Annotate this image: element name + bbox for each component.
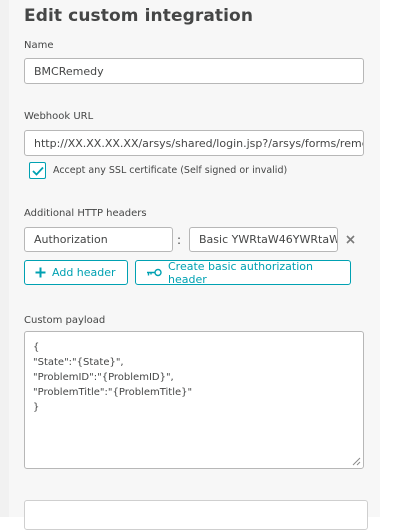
- webhook-url-value: http://XX.XX.XX.XX/arsys/shared/login.js…: [34, 136, 364, 150]
- name-input[interactable]: BMCRemedy: [24, 58, 364, 84]
- add-header-label: Add header: [52, 266, 116, 279]
- header-name-value: Authorization: [34, 233, 108, 246]
- ssl-checkbox-label: Accept any SSL certificate (Self signed …: [53, 165, 288, 176]
- resize-grip-icon[interactable]: [352, 457, 361, 466]
- header-separator: :: [177, 233, 182, 247]
- ssl-checkbox[interactable]: [29, 162, 46, 179]
- payload-label: Custom payload: [24, 315, 106, 326]
- create-basic-auth-button[interactable]: Create basic authorization header: [135, 259, 351, 286]
- name-value: BMCRemedy: [34, 64, 104, 78]
- page-title: Edit custom integration: [24, 6, 254, 26]
- next-section-card: [24, 500, 368, 530]
- key-icon: [146, 268, 162, 277]
- check-icon: [31, 166, 44, 176]
- close-icon: [345, 234, 355, 244]
- payload-line: {: [33, 342, 40, 353]
- remove-header-button[interactable]: [343, 230, 357, 248]
- webhook-url-input[interactable]: http://XX.XX.XX.XX/arsys/shared/login.js…: [24, 130, 364, 156]
- right-margin: [380, 0, 411, 517]
- name-label: Name: [24, 40, 54, 51]
- payload-line: "ProblemTitle":"{ProblemTitle}": [33, 387, 193, 398]
- webhook-label: Webhook URL: [24, 111, 94, 122]
- headers-label: Additional HTTP headers: [24, 208, 147, 219]
- header-name-input[interactable]: Authorization: [24, 227, 173, 252]
- plus-icon: [35, 267, 46, 278]
- payload-textarea[interactable]: { "State":"{State}", "ProblemID":"{Probl…: [24, 331, 364, 469]
- payload-line: }: [33, 402, 40, 413]
- add-header-button[interactable]: Add header: [24, 260, 128, 285]
- payload-line: "ProblemID":"{ProblemID}",: [33, 372, 174, 383]
- header-value-value: Basic YWRtaW46YWRtaW4=: [199, 233, 337, 246]
- left-strip: [0, 0, 9, 517]
- create-basic-auth-label: Create basic authorization header: [168, 259, 313, 286]
- header-value-input[interactable]: Basic YWRtaW46YWRtaW4=: [189, 227, 338, 252]
- payload-line: "State":"{State}",: [33, 357, 124, 368]
